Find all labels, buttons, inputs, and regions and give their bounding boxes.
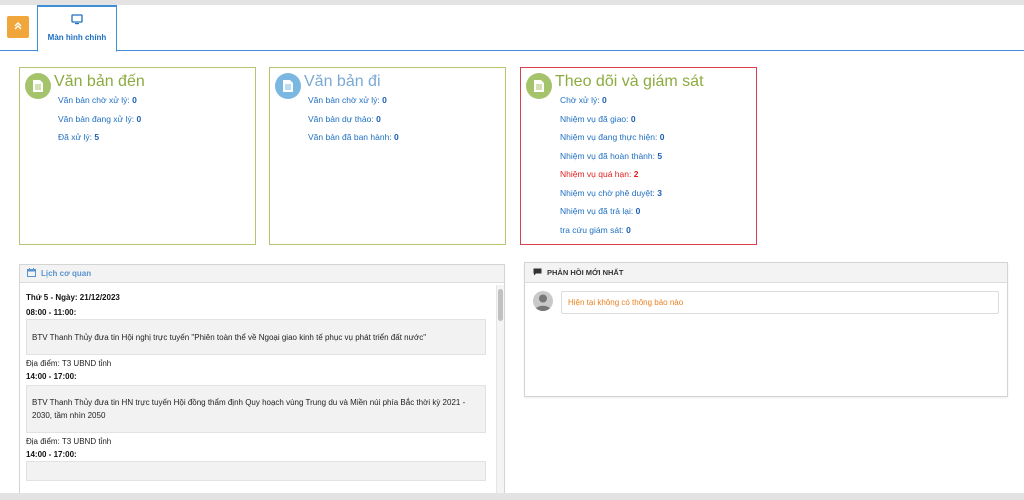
document-icon: [25, 73, 51, 99]
scroll-thumb[interactable]: [498, 289, 503, 321]
list-item[interactable]: Nhiệm vụ chờ phê duyệt: 3: [560, 188, 664, 207]
calendar-icon: [27, 268, 36, 279]
schedule-event[interactable]: BTV Thanh Thủy đưa tin HN trực tuyến Hội…: [26, 385, 486, 433]
panel-title: Lịch cơ quan: [41, 269, 92, 278]
tab-label: Màn hình chính: [47, 33, 107, 42]
schedule-time: 14:00 - 17:00:: [26, 450, 77, 459]
list-item[interactable]: Đã xử lý: 5: [58, 132, 141, 151]
feedback-message: Hiện tại không có thông báo nào: [561, 291, 999, 314]
collapse-button[interactable]: [7, 16, 29, 38]
schedule-location: Địa điểm: T3 UBND tỉnh: [26, 437, 112, 446]
bottom-strip: [0, 493, 1024, 500]
list-item[interactable]: tra cứu giám sát: 0: [560, 225, 664, 244]
schedule-time: 14:00 - 17:00:: [26, 372, 77, 381]
document-icon: [526, 73, 552, 99]
list-item[interactable]: Văn bản chờ xử lý: 0: [308, 95, 399, 114]
list-item[interactable]: Văn bản đang xử lý: 0: [58, 114, 141, 133]
list-item[interactable]: Nhiệm vụ đã hoàn thành: 5: [560, 151, 664, 170]
list-item[interactable]: Nhiệm vụ đã trả lại: 0: [560, 206, 664, 225]
schedule-day: Thứ 5 - Ngày: 21/12/2023: [26, 293, 120, 302]
double-chevron-up-icon: [13, 21, 23, 34]
box-title: Văn bản đến: [54, 73, 145, 90]
incoming-documents-box: Văn bản đến Văn bản chờ xử lý: 0 Văn bản…: [19, 67, 256, 245]
list-item-overdue[interactable]: Nhiệm vụ quá hạn: 2: [560, 169, 664, 188]
schedule-list: Thứ 5 - Ngày: 21/12/2023 08:00 - 11:00: …: [26, 293, 496, 481]
box-title: Theo dõi và giám sát: [555, 73, 704, 90]
outgoing-documents-box: Văn bản đi Văn bản chờ xử lý: 0 Văn bản …: [269, 67, 506, 245]
list-item[interactable]: Văn bản đã ban hành: 0: [308, 132, 399, 151]
feedback-panel: PHẢN HỒI MỚI NHẤT Hiện tại không có thôn…: [524, 262, 1008, 397]
schedule-event[interactable]: [26, 461, 486, 481]
list-item[interactable]: Nhiệm vụ đã giao: 0: [560, 114, 664, 133]
document-icon: [275, 73, 301, 99]
list-item[interactable]: Văn bản chờ xử lý: 0: [58, 95, 141, 114]
panel-title: PHẢN HỒI MỚI NHẤT: [547, 268, 624, 277]
schedule-time: 08:00 - 11:00:: [26, 308, 77, 317]
user-avatar-icon: [533, 291, 553, 311]
tab-main-screen[interactable]: Màn hình chính: [37, 5, 117, 52]
schedule-event[interactable]: BTV Thanh Thủy đưa tin Hội nghị trực tuy…: [26, 319, 486, 355]
box-title: Văn bản đi: [304, 73, 381, 90]
schedule-location: Địa điểm: T3 UBND tỉnh: [26, 359, 112, 368]
schedule-panel: Lịch cơ quan Thứ 5 - Ngày: 21/12/2023 08…: [19, 264, 505, 500]
scrollbar[interactable]: [496, 285, 504, 499]
monitoring-box: Theo dõi và giám sát Chờ xử lý: 0 Nhiệm …: [520, 67, 757, 245]
list-item[interactable]: Văn bản dự thảo: 0: [308, 114, 399, 133]
tab-bar: Màn hình chính: [0, 5, 1024, 52]
panel-header: Lịch cơ quan: [20, 265, 504, 283]
panel-header: PHẢN HỒI MỚI NHẤT: [525, 263, 1007, 283]
list-item[interactable]: Chờ xử lý: 0: [560, 95, 664, 114]
comment-icon: [533, 268, 542, 278]
list-item[interactable]: Nhiệm vụ đang thực hiện: 0: [560, 132, 664, 151]
